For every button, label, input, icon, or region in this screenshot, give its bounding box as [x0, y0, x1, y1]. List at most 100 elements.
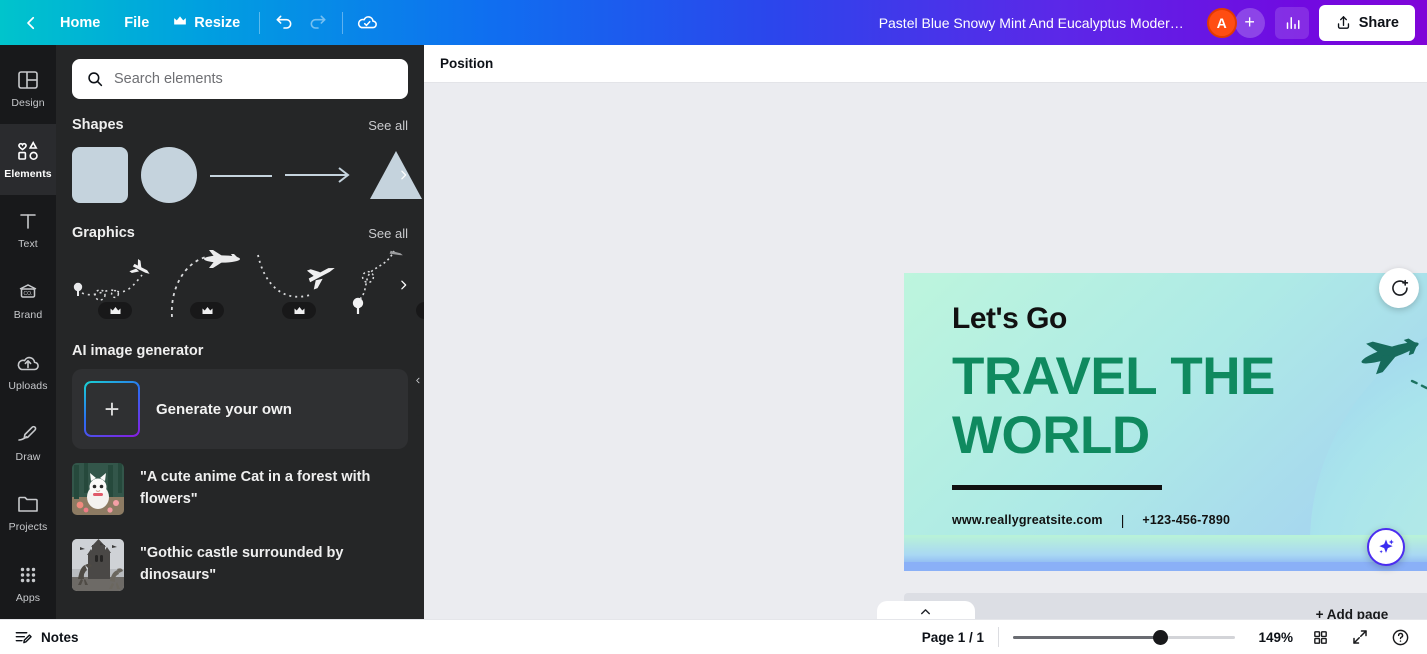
ai-section-header: AI image generator	[72, 325, 408, 365]
graphic-plane-route-3[interactable]	[256, 247, 342, 321]
brand-icon: CO.	[19, 284, 37, 298]
back-button[interactable]	[14, 7, 48, 39]
cloud-saved-icon[interactable]	[350, 7, 384, 39]
insights-button[interactable]	[1274, 6, 1309, 39]
fullscreen-icon	[1353, 630, 1367, 644]
home-button[interactable]: Home	[48, 7, 112, 39]
svg-text:CO.: CO.	[24, 291, 33, 297]
chevron-up-icon	[921, 609, 930, 615]
shape-line[interactable]	[210, 147, 272, 203]
page-count-label[interactable]: Page 1 / 1	[922, 630, 984, 645]
design-page[interactable]: Let's Go TRAVEL THE WORLD www.reallygrea…	[904, 273, 1427, 571]
list-item[interactable]: "A cute anime Cat in a forest with flowe…	[72, 449, 408, 523]
panel-collapse-handle[interactable]	[411, 344, 424, 416]
zoom-slider[interactable]	[1013, 628, 1235, 646]
resize-button[interactable]: Resize	[161, 7, 252, 39]
graphics-title: Graphics	[72, 225, 135, 241]
magic-studio-button[interactable]	[1367, 528, 1405, 566]
avatar[interactable]: A	[1206, 7, 1237, 38]
add-comment-button[interactable]	[1379, 268, 1419, 308]
search-box[interactable]	[72, 59, 408, 99]
status-bar: Notes Page 1 / 1 149%	[0, 619, 1427, 654]
file-menu-button[interactable]: File	[112, 7, 161, 39]
add-page-label: + Add page	[1315, 607, 1389, 619]
add-page-button[interactable]: + Add page	[904, 593, 1427, 619]
graphics-see-all[interactable]: See all	[368, 226, 408, 241]
zoom-knob[interactable]	[1153, 629, 1168, 645]
sidebar-item-brand[interactable]: CO. Brand	[0, 265, 56, 336]
elements-icon	[18, 140, 38, 160]
context-toolbar: Position	[424, 45, 1427, 83]
fullscreen-button[interactable]	[1347, 624, 1373, 650]
toolbar-divider-2	[342, 11, 344, 34]
help-button[interactable]	[1387, 624, 1413, 650]
share-icon	[1337, 16, 1349, 29]
search-icon	[88, 72, 103, 87]
left-rail: Design Elements Text CO. Brand Uploads D…	[0, 45, 56, 619]
document-title[interactable]: Pastel Blue Snowy Mint And Eucalyptus Mo…	[869, 9, 1199, 37]
position-button[interactable]: Position	[440, 56, 493, 71]
graphics-next-arrow-icon[interactable]	[390, 265, 416, 305]
top-toolbar: Home File Resize Pastel Blue Snowy Mint …	[0, 0, 1427, 45]
resize-label: Resize	[194, 14, 241, 31]
search-wrap	[72, 45, 408, 109]
canvas-area[interactable]: Let's Go TRAVEL THE WORLD www.reallygrea…	[424, 83, 1427, 619]
graphic-plane-route-2[interactable]	[164, 247, 250, 321]
ai-title: AI image generator	[72, 343, 204, 359]
top-toolbar-left: Home File Resize	[0, 7, 384, 39]
undo-button[interactable]	[267, 7, 301, 39]
magic-sparkle-icon	[1379, 539, 1394, 554]
sidebar-item-projects-label: Projects	[8, 521, 48, 534]
stickers-section-header: Stickers See all	[72, 599, 408, 619]
graphics-section-header: Graphics See all	[72, 211, 408, 247]
shape-square[interactable]	[72, 147, 128, 203]
ai-prompt-thumbnail	[72, 463, 124, 515]
add-people-button[interactable]: +	[1234, 7, 1265, 38]
shapes-see-all[interactable]: See all	[368, 118, 408, 133]
apps-icon	[20, 567, 36, 583]
sidebar-item-elements[interactable]: Elements	[0, 123, 56, 195]
document-title-area: Pastel Blue Snowy Mint And Eucalyptus Mo…	[384, 9, 1206, 37]
pro-badge	[416, 302, 424, 319]
list-item[interactable]: "Gothic castle surrounded by dinosaurs"	[72, 523, 408, 599]
generate-your-own-card[interactable]: + Generate your own	[72, 369, 408, 449]
design-separator: |	[1120, 512, 1125, 529]
insights-icon	[1286, 16, 1300, 29]
design-website: www.reallygreatsite.com	[952, 513, 1103, 528]
sidebar-item-design[interactable]: Design	[0, 53, 56, 124]
redo-button[interactable]	[301, 7, 335, 39]
grid-view-button[interactable]	[1307, 624, 1333, 650]
sidebar-item-design-label: Design	[11, 96, 45, 109]
shape-circle[interactable]	[141, 147, 197, 203]
shape-arrow[interactable]	[285, 147, 355, 203]
sidebar-item-apps[interactable]: Apps	[0, 548, 56, 619]
plus-icon: +	[84, 381, 140, 437]
graphic-plane-route-1[interactable]	[72, 247, 158, 321]
sidebar-item-draw[interactable]: Draw	[0, 407, 56, 478]
shapes-next-arrow-icon[interactable]	[390, 155, 416, 195]
design-text-block: Let's Go TRAVEL THE WORLD www.reallygrea…	[952, 303, 1372, 528]
elements-panel-scroll: Shapes See all	[56, 45, 424, 619]
design-rule	[952, 485, 1162, 491]
notes-icon	[15, 631, 32, 643]
sidebar-item-uploads[interactable]: Uploads	[0, 336, 56, 407]
search-input[interactable]	[114, 71, 394, 87]
zoom-value[interactable]: 149%	[1249, 630, 1293, 645]
draw-icon	[18, 425, 37, 441]
expand-pages-tab[interactable]	[876, 601, 975, 619]
elements-panel: Shapes See all	[56, 45, 424, 619]
graphics-strip	[72, 247, 424, 325]
notes-button[interactable]: Notes	[14, 628, 79, 647]
sidebar-item-text[interactable]: Text	[0, 195, 56, 266]
design-headline-line2: WORLD	[952, 405, 1150, 465]
uploads-icon	[17, 356, 39, 371]
sidebar-item-projects[interactable]: Projects	[0, 478, 56, 549]
design-headline-line1: TRAVEL THE	[952, 346, 1275, 406]
ai-prompt-thumbnail	[72, 539, 124, 591]
share-button[interactable]: Share	[1318, 4, 1415, 41]
add-comment-icon	[1391, 279, 1408, 296]
design-eyebrow: Let's Go	[952, 302, 1067, 335]
home-label: Home	[60, 14, 101, 31]
help-icon	[1392, 629, 1408, 645]
shapes-section-header: Shapes See all	[72, 109, 408, 139]
